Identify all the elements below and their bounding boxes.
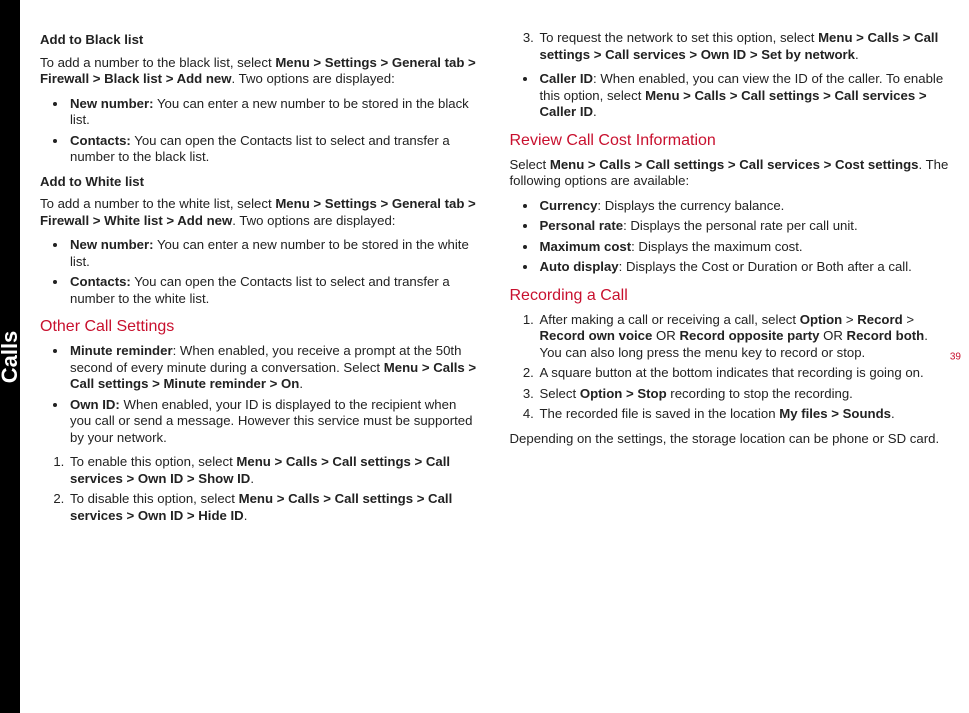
text: . (891, 406, 895, 421)
text: To add a number to the white list, selec… (40, 196, 275, 211)
list-item: Currency: Displays the currency balance. (538, 198, 950, 215)
option-label: Contacts: (70, 133, 131, 148)
menu-path: Menu > Calls > Call settings > Call serv… (550, 157, 919, 172)
text: . (593, 104, 597, 119)
cost-intro: Select Menu > Calls > Call settings > Ca… (510, 157, 950, 190)
list-item: Auto display: Displays the Cost or Durat… (538, 259, 950, 276)
heading-white-list: Add to White list (40, 174, 480, 191)
text: To add a number to the black list, selec… (40, 55, 275, 70)
cost-options: Currency: Displays the currency balance.… (510, 198, 950, 276)
text: OR (652, 328, 679, 343)
menu-path: My files > Sounds (779, 406, 891, 421)
list-item: Maximum cost: Displays the maximum cost. (538, 239, 950, 256)
text: The recorded file is saved in the locati… (540, 406, 780, 421)
list-item: Minute reminder: When enabled, you recei… (68, 343, 480, 393)
text: OR (819, 328, 846, 343)
caller-id-list: Caller ID: When enabled, you can view th… (510, 71, 950, 121)
recording-footer: Depending on the settings, the storage l… (510, 431, 950, 448)
list-item: Select Option > Stop recording to stop t… (538, 386, 950, 403)
list-item: Personal rate: Displays the personal rat… (538, 218, 950, 235)
heading-cost-info: Review Call Cost Information (510, 131, 950, 151)
text: : Displays the Cost or Duration or Both … (619, 259, 912, 274)
text: . (299, 376, 303, 391)
white-list-options: New number: You can enter a new number t… (40, 237, 480, 307)
text: : Displays the personal rate per call un… (623, 218, 858, 233)
side-tab: Calls (0, 0, 20, 713)
list-item: A square button at the bottom indicates … (538, 365, 950, 382)
list-item: New number: You can enter a new number t… (68, 96, 480, 129)
text: After making a call or receiving a call,… (540, 312, 800, 327)
text: To disable this option, select (70, 491, 239, 506)
page-content: Add to Black list To add a number to the… (40, 30, 949, 683)
black-list-options: New number: You can enter a new number t… (40, 96, 480, 166)
menu-path: Option (800, 312, 842, 327)
list-item: To request the network to set this optio… (538, 30, 950, 63)
page-number: 39 (950, 351, 961, 362)
column-right: To request the network to set this optio… (510, 30, 950, 683)
black-list-intro: To add a number to the black list, selec… (40, 55, 480, 88)
menu-path: Record own voice (540, 328, 653, 343)
text: recording to stop the recording. (667, 386, 853, 401)
heading-other-settings: Other Call Settings (40, 317, 480, 337)
option-label: Contacts: (70, 274, 131, 289)
option-label: Caller ID (540, 71, 594, 86)
list-item: Own ID: When enabled, your ID is display… (68, 397, 480, 447)
option-label: Personal rate (540, 218, 624, 233)
text: Select (510, 157, 550, 172)
text: : Displays the maximum cost. (631, 239, 802, 254)
recording-steps: After making a call or receiving a call,… (510, 312, 950, 423)
heading-recording: Recording a Call (510, 286, 950, 306)
side-tab-label: Calls (0, 330, 23, 383)
option-label: Own ID: (70, 397, 120, 412)
own-id-steps: To enable this option, select Menu > Cal… (40, 454, 480, 524)
text: . Two options are displayed: (232, 213, 395, 228)
own-id-steps-cont: To request the network to set this optio… (510, 30, 950, 63)
text: : Displays the currency balance. (597, 198, 784, 213)
text: When enabled, your ID is displayed to th… (70, 397, 472, 445)
column-left: Add to Black list To add a number to the… (40, 30, 480, 683)
menu-path: Option > Stop (580, 386, 667, 401)
list-item: Contacts: You can open the Contacts list… (68, 133, 480, 166)
option-label: New number: (70, 237, 154, 252)
list-item: The recorded file is saved in the locati… (538, 406, 950, 423)
menu-path: Record opposite party (679, 328, 819, 343)
heading-black-list: Add to Black list (40, 32, 480, 49)
option-label: Auto display (540, 259, 619, 274)
white-list-intro: To add a number to the white list, selec… (40, 196, 480, 229)
text: To request the network to set this optio… (540, 30, 819, 45)
list-item: Caller ID: When enabled, you can view th… (538, 71, 950, 121)
option-label: New number: (70, 96, 154, 111)
text: > (903, 312, 914, 327)
text: To enable this option, select (70, 454, 236, 469)
menu-path: Record both (847, 328, 925, 343)
text: . Two options are displayed: (232, 71, 395, 86)
option-label: Maximum cost (540, 239, 632, 254)
list-item: Contacts: You can open the Contacts list… (68, 274, 480, 307)
list-item: To disable this option, select Menu > Ca… (68, 491, 480, 524)
menu-path: Record (857, 312, 902, 327)
text: . (244, 508, 248, 523)
list-item: New number: You can enter a new number t… (68, 237, 480, 270)
option-label: Currency (540, 198, 598, 213)
list-item: To enable this option, select Menu > Cal… (68, 454, 480, 487)
text: > (842, 312, 857, 327)
text: . (855, 47, 859, 62)
list-item: After making a call or receiving a call,… (538, 312, 950, 362)
text: Select (540, 386, 580, 401)
other-settings-list: Minute reminder: When enabled, you recei… (40, 343, 480, 446)
text: . (250, 471, 254, 486)
option-label: Minute reminder (70, 343, 173, 358)
